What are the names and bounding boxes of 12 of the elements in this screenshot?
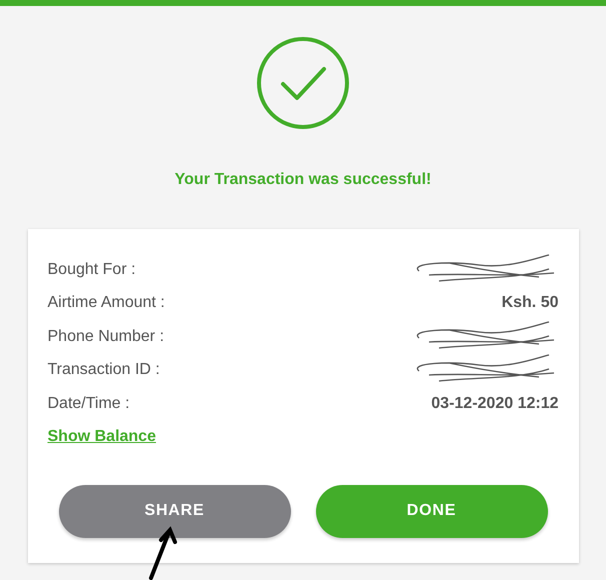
detail-value: Ksh. 50 — [502, 293, 558, 314]
show-balance-link[interactable]: Show Balance — [48, 424, 156, 448]
detail-label: Bought For : — [48, 260, 136, 280]
detail-label: Phone Number : — [48, 326, 164, 347]
done-button[interactable]: DONE — [316, 484, 548, 538]
detail-label: Date/Time : — [48, 394, 130, 414]
detail-value: 03-12-2020 12:12 — [431, 394, 558, 414]
check-circle-icon — [256, 36, 350, 130]
share-button[interactable]: SHARE — [58, 484, 290, 538]
detail-label: Airtime Amount : — [48, 293, 165, 314]
detail-label: Transaction ID : — [48, 360, 160, 380]
status-message: Your Transaction was successful! — [174, 170, 432, 190]
